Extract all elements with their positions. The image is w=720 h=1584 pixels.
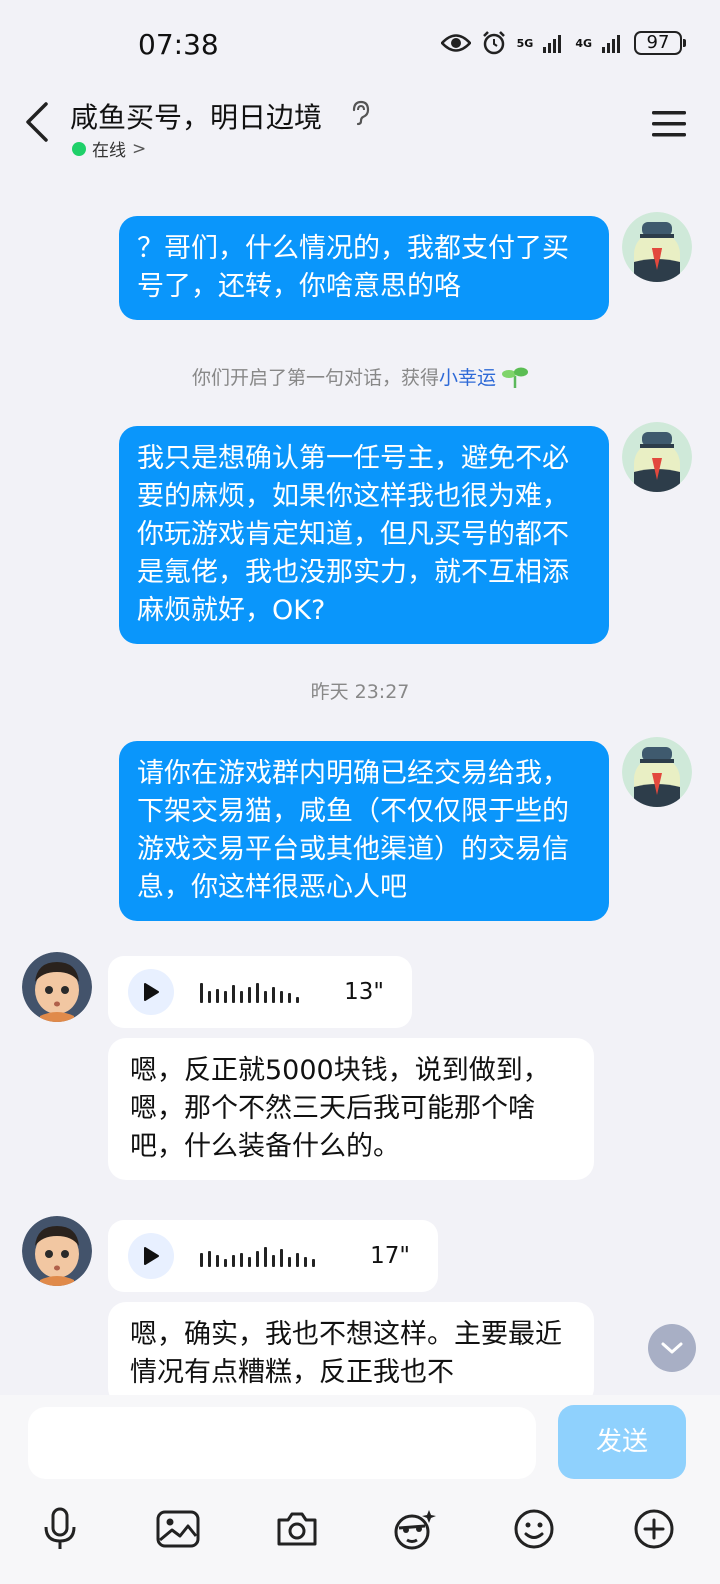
signal-icon xyxy=(543,35,562,53)
menu-icon xyxy=(652,111,686,137)
input-bar: 发送 xyxy=(0,1395,720,1584)
voice-duration: 17" xyxy=(370,1243,410,1269)
eye-icon xyxy=(440,34,471,52)
avatar-self-image xyxy=(622,737,692,807)
battery-level: 97 xyxy=(634,31,682,55)
menu-button[interactable] xyxy=(652,110,686,138)
emoji-button[interactable] xyxy=(504,1499,564,1559)
system-notice-text: 你们开启了第一句对话，获得 xyxy=(191,367,439,389)
avatar-self[interactable] xyxy=(622,737,692,807)
message-bubble-incoming[interactable]: 嗯，反正就5000块钱，说到做到，嗯，那个不然三天后我可能那个啥吧，什么装备什么… xyxy=(108,1038,594,1180)
sprout-icon xyxy=(502,367,529,388)
emoji-icon xyxy=(514,1509,554,1549)
signal-icon-2 xyxy=(602,35,620,53)
avatar-self-image xyxy=(622,422,692,492)
system-notice: 你们开启了第一句对话，获得小幸运 xyxy=(0,363,720,390)
message-bubble-outgoing[interactable]: 请你在游戏群内明确已经交易给我，下架交易猫，咸鱼（不仅仅限于些的游戏交易平台或其… xyxy=(119,741,609,921)
waveform xyxy=(200,1245,315,1267)
online-dot-icon xyxy=(72,141,86,156)
back-arrow-icon xyxy=(26,102,48,142)
status-bar: 07:38 5G 4G 97 xyxy=(0,0,720,90)
message-input[interactable] xyxy=(28,1407,536,1479)
play-icon xyxy=(144,983,159,1001)
chat-title[interactable]: 咸鱼买号，明日边境 xyxy=(70,96,322,136)
back-button[interactable] xyxy=(22,100,58,156)
lucky-link[interactable]: 小幸运 xyxy=(439,367,496,389)
ear-icon[interactable] xyxy=(350,100,370,126)
message-bubble-incoming[interactable]: 嗯，确实，我也不想这样。主要最近情况有点糟糕，反正我也不 xyxy=(108,1302,594,1395)
chevron-down-icon xyxy=(661,1342,683,1354)
avatar-self[interactable] xyxy=(622,422,692,492)
camera-button[interactable] xyxy=(267,1499,327,1559)
time-separator: 昨天 23:27 xyxy=(310,681,410,703)
avatar-contact-image xyxy=(22,1216,92,1286)
status-icons: 5G 4G 97 xyxy=(440,30,686,56)
play-icon xyxy=(144,1247,159,1265)
message-bubble-outgoing[interactable]: ？哥们，什么情况的，我都支付了买号了，还转，你啥意思的咯 xyxy=(119,216,609,320)
chat-header: 咸鱼买号，明日边境 在线 > xyxy=(0,90,720,170)
image-button[interactable] xyxy=(148,1499,208,1559)
avatar-contact[interactable] xyxy=(22,952,92,1022)
scroll-to-bottom-button[interactable] xyxy=(648,1324,696,1372)
plus-icon xyxy=(634,1509,674,1549)
toolbar xyxy=(0,1499,720,1559)
clock: 07:38 xyxy=(138,28,219,61)
network-4g-label: 4G xyxy=(575,36,592,50)
voice-message[interactable]: 17" xyxy=(108,1220,438,1292)
mic-icon xyxy=(44,1507,76,1549)
send-button[interactable]: 发送 xyxy=(558,1405,686,1479)
sticker-button[interactable] xyxy=(384,1499,444,1559)
online-status[interactable]: 在线 > xyxy=(72,136,146,161)
play-button[interactable] xyxy=(128,1233,174,1279)
voice-duration: 13" xyxy=(344,979,384,1005)
avatar-self[interactable] xyxy=(622,212,692,282)
alarm-icon xyxy=(482,31,505,55)
chat-messages[interactable]: ？哥们，什么情况的，我都支付了买号了，还转，你啥意思的咯 你们开启了第一句对话，… xyxy=(0,170,720,1395)
more-button[interactable] xyxy=(624,1499,684,1559)
online-status-label: 在线 xyxy=(92,141,126,161)
sticker-icon xyxy=(394,1510,436,1550)
camera-icon xyxy=(277,1512,317,1546)
avatar-contact-image xyxy=(22,952,92,1022)
image-icon xyxy=(156,1510,200,1548)
network-5g-label: 5G xyxy=(516,36,534,50)
message-bubble-outgoing[interactable]: 我只是想确认第一任号主，避免不必要的麻烦，如果你这样我也很为难，你玩游戏肯定知道… xyxy=(119,426,609,644)
chevron-right-icon: > xyxy=(132,138,147,159)
avatar-self-image xyxy=(622,212,692,282)
play-button[interactable] xyxy=(128,969,174,1015)
voice-input-button[interactable] xyxy=(30,1499,90,1559)
battery-indicator: 97 xyxy=(634,31,686,55)
avatar-contact[interactable] xyxy=(22,1216,92,1286)
voice-message[interactable]: 13" xyxy=(108,956,412,1028)
waveform xyxy=(200,981,299,1003)
